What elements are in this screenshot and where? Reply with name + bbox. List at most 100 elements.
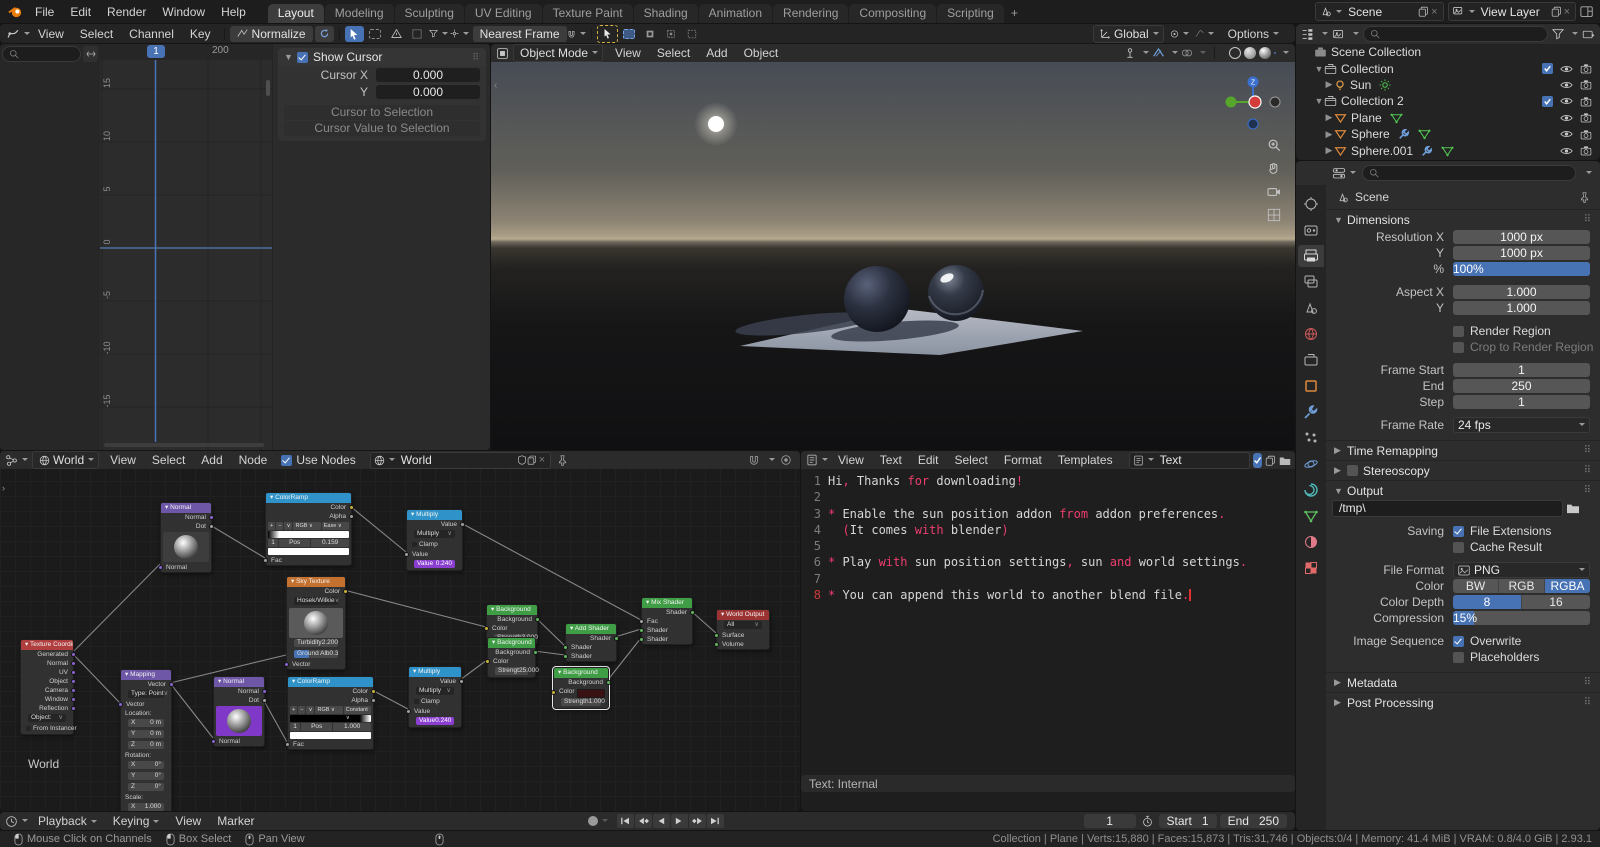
node-value-slider[interactable]: Value 0.240 [409,717,461,727]
options-menu[interactable]: Options [1220,27,1287,41]
collapse-arrow-icon[interactable]: ▶ [1334,677,1342,688]
text-menu-select[interactable]: Select [947,453,996,467]
socket-out[interactable] [460,522,465,527]
chevron-down-icon[interactable] [1586,171,1592,177]
outliner-item-label[interactable]: Collection [1341,62,1394,76]
socket-out[interactable] [71,661,76,666]
collapse-arrow-icon[interactable]: ▶ [1334,697,1342,708]
close-icon[interactable]: × [537,454,547,466]
drag-dots-icon[interactable]: ⠿ [1584,485,1592,496]
collapse-arrow-icon[interactable]: ▼ [1334,215,1343,225]
socket-out[interactable] [169,682,174,687]
topbar-menu-file[interactable]: File [27,5,62,19]
orientation-dropdown[interactable]: Global [1092,24,1164,43]
eye-toggle-icon[interactable] [1560,113,1573,123]
checkbox-overwrite[interactable] [1453,635,1464,647]
collapse-arrow-icon[interactable]: ▶ [1334,445,1342,456]
node-header[interactable]: ▾ Multiply [409,667,461,677]
ramp-position-row[interactable]: 1 Pos 0.159 [268,539,349,547]
show-cursor-checkbox[interactable] [297,51,308,63]
node-dropdown[interactable]: Multiply ∨ [409,687,461,697]
topbar-menu-edit[interactable]: Edit [62,5,99,19]
dropdown-file-format[interactable]: PNG [1453,562,1590,578]
tab-sculpting[interactable]: Sculpting [394,4,464,23]
socket-out[interactable] [371,698,376,703]
ramp-position-row[interactable]: 1 Pos 1.000 [290,723,371,731]
timeline-menu-playback[interactable]: Playback [30,814,105,828]
outliner-item-label[interactable]: Sphere.001 [1351,144,1413,158]
camera-toggle-icon[interactable] [1580,145,1592,156]
value-field[interactable]: 1.000 [1453,285,1590,299]
properties-tab-data[interactable] [1298,505,1324,527]
screen-layout-icon[interactable] [1580,5,1594,19]
node-sky-texture[interactable]: ▾ Sky Texture Color Hosek/Wilkie ∨ Turbidity… [284,576,348,670]
jump-to-start-icon[interactable] [616,814,634,828]
properties-tab-scene[interactable] [1298,297,1324,319]
shading-solid-icon[interactable] [1244,47,1256,59]
socket-in[interactable] [485,659,490,664]
properties-tab-object[interactable] [1298,375,1324,397]
segment-rgb[interactable]: RGB [1499,579,1545,593]
value-slider[interactable]: Ground Alb0.300 [294,650,338,658]
socket-in[interactable] [158,565,163,570]
socket-in[interactable] [404,552,409,557]
socket-out[interactable] [71,706,76,711]
graph-menu-select[interactable]: Select [72,27,121,41]
camera-toggle-icon[interactable] [1580,96,1592,107]
properties-tab-output[interactable] [1298,245,1324,267]
segment-rgba[interactable]: RGBA [1545,579,1590,593]
outliner-item-label[interactable]: Scene Collection [1331,45,1421,59]
socket-in[interactable] [263,558,268,563]
node-field-turbidity[interactable]: Turbidity 2.200 [287,639,345,649]
filter-icon[interactable] [1552,28,1564,40]
ramp-controls[interactable]: + − ∨ RGB ∨ Ease ∨ [268,522,349,530]
ortho-grid-icon[interactable] [1267,208,1281,222]
text-menu-view[interactable]: View [830,453,872,467]
key-frame-icon[interactable] [662,26,681,42]
outliner-row-sphere[interactable]: ▶ Sphere [1296,126,1600,142]
socket-out[interactable] [459,679,464,684]
properties-tab-particles[interactable] [1298,427,1324,449]
prev-keyframe-icon[interactable] [634,814,652,828]
node-header[interactable]: ▾ Texture Coordinate [21,640,73,650]
editor-type-dropdown[interactable] [6,27,30,40]
value-field[interactable]: 250 [1453,379,1590,393]
node-header[interactable]: ▾ ColorRamp [288,677,373,687]
socket-out[interactable] [606,680,611,685]
value-slider[interactable]: Value 0.240 [414,560,455,568]
panel-header-metadata[interactable]: ▶ Metadata ⠿ [1326,673,1600,692]
value-field[interactable]: 1000 px [1453,246,1590,260]
segment-bw[interactable]: BW [1453,579,1499,593]
viewport-menu-object[interactable]: Object [736,46,787,60]
viewport-menu-select[interactable]: Select [649,46,698,60]
camera-toggle-icon[interactable] [1580,79,1592,90]
editor-type-icon[interactable] [5,815,28,828]
socket-in[interactable] [551,689,556,695]
panel-header-output[interactable]: ▼ Output ⠿ [1326,481,1600,500]
graph-menu-key[interactable]: Key [182,27,219,41]
editor-type-icon[interactable] [496,47,509,60]
outliner-item-label[interactable]: Collection 2 [1341,94,1404,108]
eye-toggle-icon[interactable] [1560,64,1573,74]
checkbox-icon[interactable] [1542,95,1553,107]
output-path-field[interactable]: /tmp\ [1332,499,1563,517]
node-dropdown[interactable]: All ∨ [717,621,769,631]
node-field-y[interactable]: Y 0° [121,772,171,782]
sidebar-toggle-icon[interactable]: ‹ [494,80,497,91]
socket-out[interactable] [71,670,76,675]
node-background[interactable]: ▾ Background Background Color Strength 1.000 [551,666,611,710]
segment-8[interactable]: 8 [1453,595,1522,609]
node-header[interactable]: ▾ Background [488,638,535,648]
camera-view-icon[interactable] [1267,186,1281,198]
node-header[interactable]: ▾ Multiply [407,510,462,520]
text-line[interactable]: 1 Hi, Thanks for downloading! [801,473,1295,489]
node-field-x[interactable]: X 1.000 [121,803,171,811]
register-shield-icon[interactable] [1252,452,1262,468]
eye-toggle-icon[interactable] [1560,146,1573,156]
close-icon[interactable]: × [1293,454,1296,466]
open-folder-icon[interactable] [1279,455,1291,466]
nearest-frame-button[interactable]: Nearest Frame [472,25,567,42]
node-header[interactable]: ▾ Mapping [121,670,171,680]
node-field-strengt[interactable]: Strengt 25.000 [488,667,539,677]
dropdown-multiply[interactable]: Multiply ∨ [414,530,455,538]
